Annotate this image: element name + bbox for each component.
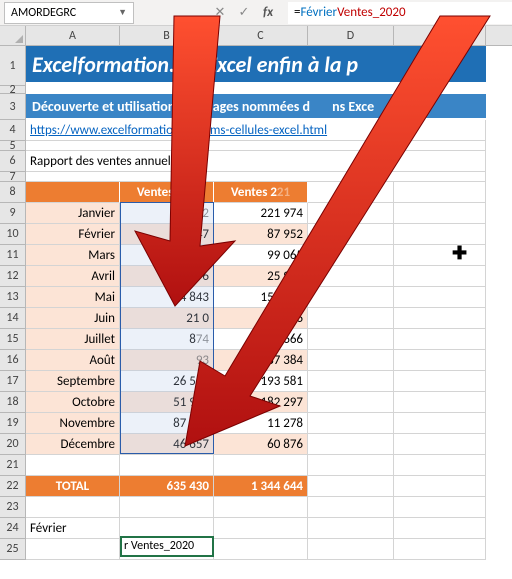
formula-part1: Février: [300, 5, 337, 20]
total-2020: 635 430: [120, 476, 214, 497]
month-cell[interactable]: Avril: [26, 266, 120, 287]
sub-heading: Découverte et utilisation des plages nom…: [26, 94, 486, 118]
row-header[interactable]: 8: [0, 182, 26, 203]
formula-buttons: ✕ ✓ fx: [138, 3, 288, 23]
value-2020[interactable]: 26 528: [120, 371, 214, 392]
value-2021[interactable]: 221 974: [214, 203, 308, 224]
name-box-dropdown-icon[interactable]: ▼: [118, 7, 127, 18]
row-header[interactable]: 18: [0, 392, 26, 413]
row-header[interactable]: 11: [0, 245, 26, 266]
row-header[interactable]: 16: [0, 350, 26, 371]
row-header[interactable]: 9: [0, 203, 26, 224]
month-cell[interactable]: Décembre: [26, 434, 120, 455]
month-cell[interactable]: Février: [26, 224, 120, 245]
value-2020[interactable]: 87 410: [120, 413, 214, 434]
cancel-icon[interactable]: ✕: [208, 3, 232, 23]
name-box-value: AMORDEGRC: [11, 6, 76, 20]
month-cell[interactable]: Juillet: [26, 329, 120, 350]
row-header[interactable]: 5: [0, 141, 26, 151]
month-cell[interactable]: Octobre: [26, 392, 120, 413]
month-cell[interactable]: Septembre: [26, 371, 120, 392]
row-header[interactable]: 22: [0, 476, 26, 497]
value-2021[interactable]: 11 278: [214, 413, 308, 434]
active-edit-cell[interactable]: r Ventes_2020: [120, 536, 214, 557]
value-2021[interactable]: 203 306: [214, 308, 308, 329]
name-box[interactable]: AMORDEGRC ▼: [4, 2, 134, 24]
subhead-text: Découverte et utilisation des plages nom…: [32, 98, 310, 115]
col-header-b[interactable]: B: [120, 26, 214, 45]
formula-part2: Ventes_2020: [337, 5, 406, 20]
report-title: Rapport des ventes annuelles: [30, 154, 185, 169]
value-2021[interactable]: 25 905: [214, 266, 308, 287]
value-2020[interactable]: 874: [120, 329, 214, 350]
value-2021[interactable]: 99 065: [214, 245, 308, 266]
column-headers: A B C D E: [0, 26, 512, 46]
formula-bar: AMORDEGRC ▼ ✕ ✓ fx =Février Ventes_2020: [0, 0, 512, 26]
value-2021[interactable]: 63 666: [214, 329, 308, 350]
row-header[interactable]: 25: [0, 539, 26, 560]
info-link[interactable]: https://www.excelformation.fr/noms-cellu…: [30, 123, 327, 138]
col-header-c[interactable]: C: [214, 26, 308, 45]
value-2020[interactable]: 52 876: [120, 266, 214, 287]
value-2020[interactable]: 46 657: [120, 434, 214, 455]
row-header[interactable]: 23: [0, 497, 26, 518]
month-cell[interactable]: Janvier: [26, 203, 120, 224]
accept-icon[interactable]: ✓: [232, 3, 256, 23]
month-cell[interactable]: Juin: [26, 308, 120, 329]
row-header[interactable]: 14: [0, 308, 26, 329]
table-header-2020: Ventes 220: [120, 182, 214, 203]
row-header[interactable]: 12: [0, 266, 26, 287]
value-2020[interactable]: 21 0: [120, 308, 214, 329]
row-header[interactable]: 20: [0, 434, 26, 455]
month-cell[interactable]: Novembre: [26, 413, 120, 434]
value-2020[interactable]: 54 843: [120, 287, 214, 308]
edit-label-cell[interactable]: Février: [26, 518, 120, 539]
value-2021[interactable]: 182 297: [214, 392, 308, 413]
value-2021[interactable]: 157 360: [214, 287, 308, 308]
value-2021[interactable]: 60 876: [214, 434, 308, 455]
col-header-d[interactable]: D: [308, 26, 394, 45]
row-header[interactable]: 17: [0, 371, 26, 392]
value-2021[interactable]: 87 952: [214, 224, 308, 245]
select-all-corner[interactable]: [0, 26, 26, 45]
table-header-2021: Ventes 221: [214, 182, 308, 203]
value-2020[interactable]: 20 776: [120, 245, 214, 266]
row-header[interactable]: 21: [0, 455, 26, 476]
page-banner: Excelformation.fr - Excel enfin à la p: [26, 46, 486, 82]
grid[interactable]: 1 Excelformation.fr - Excel enfin à la p…: [0, 46, 512, 560]
value-2020[interactable]: 51 923: [120, 392, 214, 413]
table-header-blank: [26, 182, 120, 203]
edit-cell-text: r Ventes_2020: [124, 539, 194, 553]
value-2020[interactable]: 22: [120, 203, 214, 224]
value-2020[interactable]: 48 147: [120, 224, 214, 245]
month-cell[interactable]: Mars: [26, 245, 120, 266]
total-2021: 1 344 644: [214, 476, 308, 497]
month-cell[interactable]: Août: [26, 350, 120, 371]
row-header[interactable]: 7: [0, 172, 26, 182]
row-header[interactable]: 10: [0, 224, 26, 245]
formula-input[interactable]: =Février Ventes_2020: [288, 2, 512, 24]
month-cell[interactable]: Mai: [26, 287, 120, 308]
col-header-a[interactable]: A: [26, 26, 120, 45]
fx-icon[interactable]: fx: [256, 3, 280, 23]
col-header-e[interactable]: E: [394, 26, 486, 45]
value-2020[interactable]: 93: [120, 350, 214, 371]
row-header[interactable]: 1: [0, 46, 26, 86]
value-2021[interactable]: 37 384: [214, 350, 308, 371]
total-label: TOTAL: [26, 476, 120, 497]
row-header[interactable]: 2: [0, 86, 26, 94]
value-2021[interactable]: 193 581: [214, 371, 308, 392]
row-header[interactable]: 15: [0, 329, 26, 350]
row-header[interactable]: 13: [0, 287, 26, 308]
row-header[interactable]: 24: [0, 518, 26, 539]
row-header[interactable]: 19: [0, 413, 26, 434]
row-header[interactable]: 3: [0, 94, 26, 120]
subhead-tail: ns Exce: [332, 98, 374, 115]
